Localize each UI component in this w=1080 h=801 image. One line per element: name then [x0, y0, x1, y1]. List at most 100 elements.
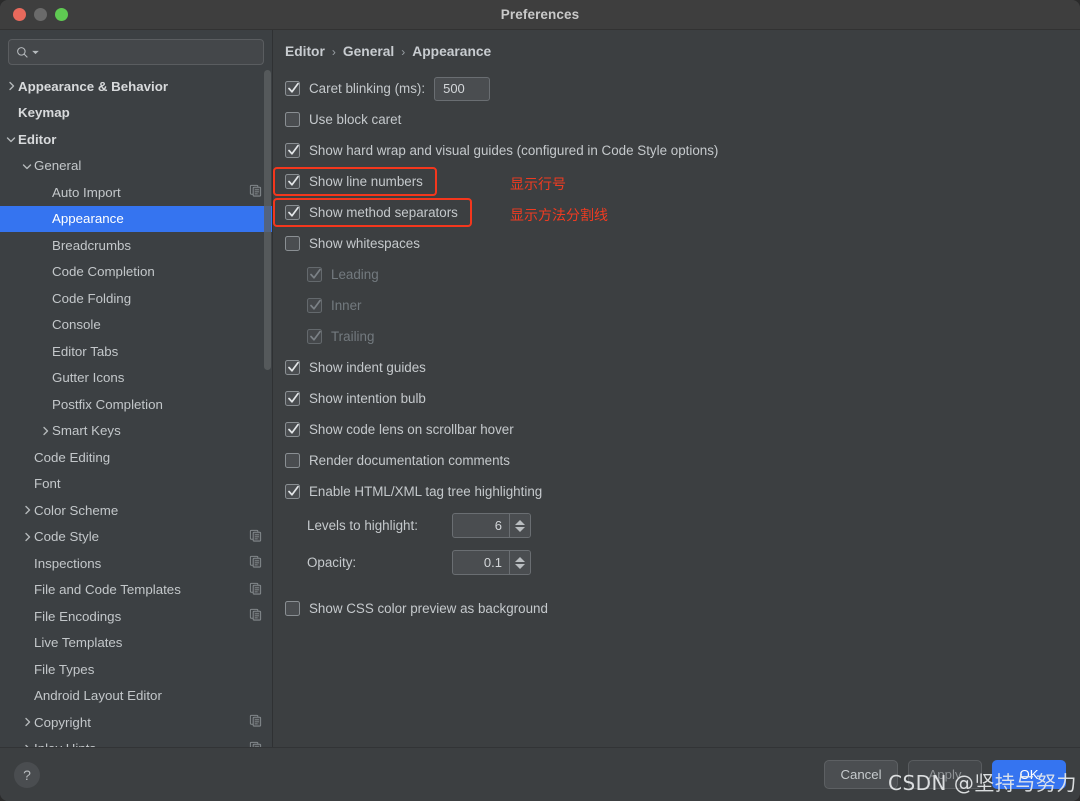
sidebar-item-android-layout-editor[interactable]: Android Layout Editor	[0, 683, 272, 710]
sidebar-scrollbar[interactable]	[264, 70, 271, 745]
sidebar-item-gutter-icons[interactable]: Gutter Icons	[0, 365, 272, 392]
sidebar-item-code-editing[interactable]: Code Editing	[0, 444, 272, 471]
checkbox-leading[interactable]	[307, 267, 322, 282]
checkbox-show-method-separators[interactable]	[285, 205, 300, 220]
annotation-text-show-method-separators: 显示方法分割线	[510, 207, 608, 224]
search-input[interactable]	[42, 45, 256, 59]
close-button[interactable]	[13, 8, 26, 21]
apply-button[interactable]: Apply	[908, 760, 982, 789]
sidebar-item-code-folding[interactable]: Code Folding	[0, 285, 272, 312]
sidebar-item-smart-keys[interactable]: Smart Keys	[0, 418, 272, 445]
sidebar-item-color-scheme[interactable]: Color Scheme	[0, 497, 272, 524]
option-label-use-block-caret: Use block caret	[309, 112, 402, 127]
settings-tree[interactable]: Appearance & Behavior Keymap Editor General…	[0, 71, 272, 747]
checkbox-show-css-color-preview[interactable]	[285, 601, 300, 616]
option-row-show-indent-guides: Show indent guides	[285, 352, 1080, 383]
sidebar-item-label: Editor Tabs	[52, 343, 119, 359]
sidebar-item-code-style[interactable]: Code Style	[0, 524, 272, 551]
sidebar-item-editor[interactable]: Editor	[0, 126, 272, 153]
sidebar-item-file-types[interactable]: File Types	[0, 656, 272, 683]
cancel-button[interactable]: Cancel	[824, 760, 898, 789]
copy-settings-icon[interactable]	[249, 529, 262, 545]
sidebar-item-copyright[interactable]: Copyright	[0, 709, 272, 736]
chevron-down-icon[interactable]	[20, 161, 34, 171]
option-row-show-line-numbers: Show line numbers	[285, 166, 1080, 197]
sidebar-item-label: Auto Import	[52, 184, 121, 200]
spinner-buttons-opacity[interactable]	[509, 551, 530, 574]
chevron-right-icon[interactable]	[4, 81, 18, 91]
input-caret-blinking[interactable]: 500	[434, 76, 491, 101]
checkbox-show-whitespaces[interactable]	[285, 236, 300, 251]
spinner-buttons-levels-to-highlight[interactable]	[509, 514, 530, 537]
checkbox-enable-tag-tree[interactable]	[285, 484, 300, 499]
copy-settings-icon[interactable]	[249, 555, 262, 571]
sidebar-item-file-encodings[interactable]: File Encodings	[0, 603, 272, 630]
sidebar-item-label: Color Scheme	[34, 502, 119, 518]
sidebar-item-code-completion[interactable]: Code Completion	[0, 259, 272, 286]
help-button[interactable]: ?	[14, 761, 40, 788]
sidebar-item-editor-tabs[interactable]: Editor Tabs	[0, 338, 272, 365]
checkbox-trailing[interactable]	[307, 329, 322, 344]
chevron-right-icon[interactable]	[20, 532, 34, 542]
checkbox-use-block-caret[interactable]	[285, 112, 300, 127]
chevron-right-icon[interactable]	[20, 505, 34, 515]
option-label-leading: Leading	[331, 267, 379, 282]
spinner-value-levels-to-highlight[interactable]: 6	[453, 514, 509, 537]
sidebar-item-appearance[interactable]: Appearance	[0, 205, 272, 232]
chevron-down-icon[interactable]	[4, 134, 18, 144]
breadcrumb-part-appearance: Appearance	[412, 44, 492, 59]
option-label-show-whitespaces: Show whitespaces	[309, 236, 420, 251]
checkmark-icon	[288, 392, 299, 405]
spinner-down-icon[interactable]	[515, 563, 525, 569]
spinner-up-icon[interactable]	[515, 556, 525, 562]
sidebar-scrollbar-thumb[interactable]	[264, 70, 271, 370]
chevron-right-icon[interactable]	[38, 426, 52, 436]
sidebar-item-file-and-code-templates[interactable]: File and Code Templates	[0, 577, 272, 604]
copy-settings-icon[interactable]	[249, 582, 262, 598]
checkbox-show-hard-wrap[interactable]	[285, 143, 300, 158]
sidebar-item-breadcrumbs[interactable]: Breadcrumbs	[0, 232, 272, 259]
sidebar-item-appearance-behavior[interactable]: Appearance & Behavior	[0, 73, 272, 100]
sidebar-item-font[interactable]: Font	[0, 471, 272, 498]
sidebar-item-postfix-completion[interactable]: Postfix Completion	[0, 391, 272, 418]
checkbox-show-intention-bulb[interactable]	[285, 391, 300, 406]
checkbox-show-code-lens[interactable]	[285, 422, 300, 437]
checkmark-icon	[288, 82, 299, 95]
sidebar-item-label: General	[34, 158, 82, 174]
checkbox-caret-blinking[interactable]	[285, 81, 300, 96]
sidebar-item-live-templates[interactable]: Live Templates	[0, 630, 272, 657]
checkbox-inner[interactable]	[307, 298, 322, 313]
minimize-button[interactable]	[34, 8, 47, 21]
sidebar-item-console[interactable]: Console	[0, 312, 272, 339]
checkbox-show-line-numbers[interactable]	[285, 174, 300, 189]
sidebar-item-label: Breadcrumbs	[52, 237, 132, 253]
search-box[interactable]	[8, 39, 264, 65]
sidebar-item-inlay-hints[interactable]: Inlay Hints	[0, 736, 272, 747]
sidebar-item-label: Postfix Completion	[52, 396, 163, 412]
maximize-button[interactable]	[55, 8, 68, 21]
sidebar-item-label: Android Layout Editor	[34, 688, 162, 704]
ok-button[interactable]: OK	[992, 760, 1066, 789]
spinner-opacity[interactable]: 0.1	[452, 550, 531, 575]
checkbox-show-indent-guides[interactable]	[285, 360, 300, 375]
option-row-inner: Inner	[285, 290, 1080, 321]
checkmark-icon	[288, 485, 299, 498]
spinner-value-opacity[interactable]: 0.1	[453, 551, 509, 574]
sidebar-item-keymap[interactable]: Keymap	[0, 100, 272, 127]
breadcrumb-part-general: General	[342, 44, 395, 59]
option-row-show-css-color-preview: Show CSS color preview as background	[285, 593, 1080, 624]
sidebar-item-inspections[interactable]: Inspections	[0, 550, 272, 577]
spinner-up-icon[interactable]	[515, 519, 525, 525]
preferences-window: Preferences Appearance & Behavior Keymap E…	[0, 0, 1080, 801]
spinner-down-icon[interactable]	[515, 526, 525, 532]
breadcrumb-part-editor: Editor	[285, 44, 325, 59]
copy-settings-icon[interactable]	[249, 608, 262, 624]
copy-settings-icon[interactable]	[249, 714, 262, 730]
spinner-levels-to-highlight[interactable]: 6	[452, 513, 531, 538]
chevron-right-icon[interactable]	[20, 717, 34, 727]
checkbox-render-doc-comments[interactable]	[285, 453, 300, 468]
annotation-text-show-line-numbers: 显示行号	[510, 176, 566, 193]
sidebar-item-general[interactable]: General	[0, 153, 272, 180]
sidebar-item-auto-import[interactable]: Auto Import	[0, 179, 272, 206]
copy-settings-icon[interactable]	[249, 184, 262, 200]
